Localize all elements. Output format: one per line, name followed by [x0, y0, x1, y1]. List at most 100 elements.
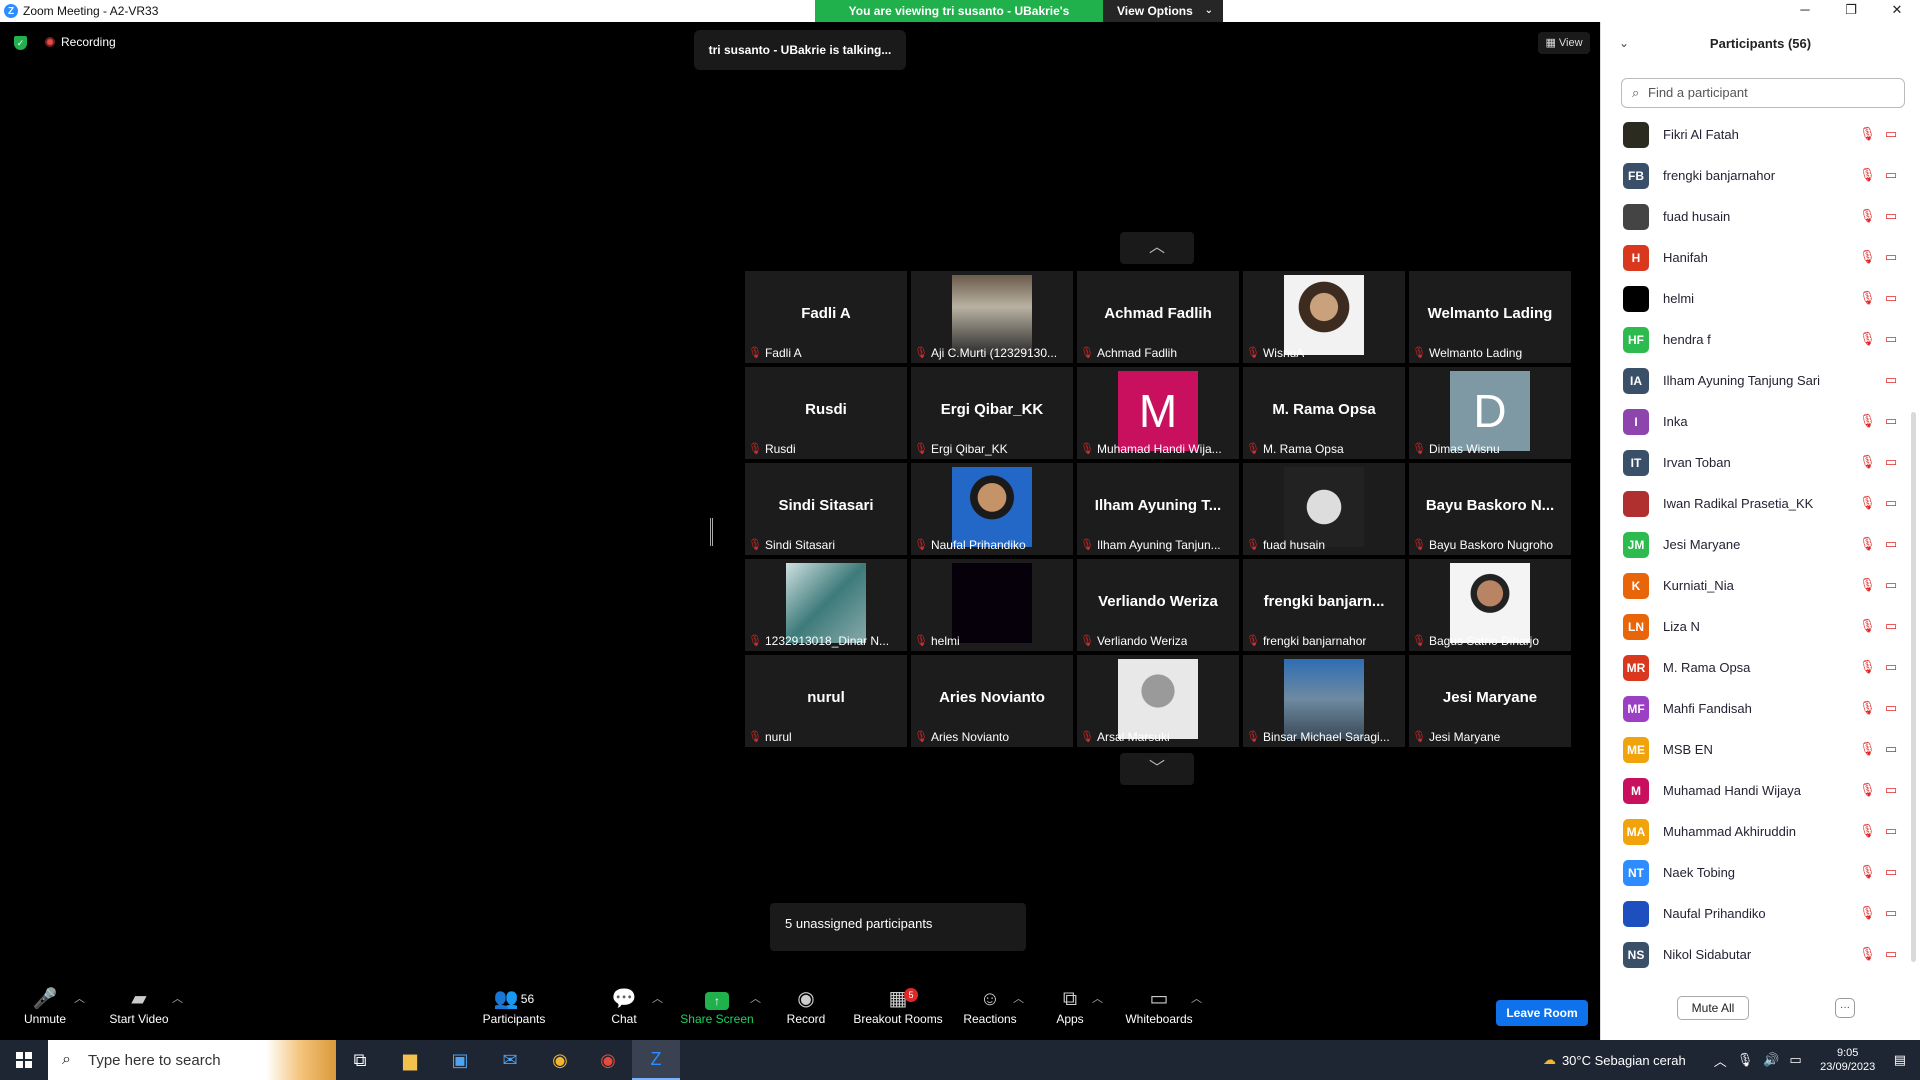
video-tile[interactable]: 🎙 Naufal Prihandiko	[911, 463, 1073, 555]
participant-row[interactable]: HF hendra f 🎙 ▭	[1601, 319, 1907, 360]
microphone-icon[interactable]: 🎙	[1737, 1052, 1754, 1068]
video-tile[interactable]: 🎙 helmi	[911, 559, 1073, 651]
participant-row[interactable]: NT Naek Tobing 🎙 ▭	[1601, 852, 1907, 893]
taskbar-search-box[interactable]: ⌕ Type here to search	[48, 1040, 336, 1080]
page-up-button[interactable]: ︿	[1120, 232, 1194, 264]
participant-row[interactable]: MF Mahfi Fandisah 🎙 ▭	[1601, 688, 1907, 729]
participant-avatar: IA	[1623, 367, 1649, 394]
participant-row[interactable]: fuad husain 🎙 ▭	[1601, 196, 1907, 237]
participant-row[interactable]: M Muhamad Handi Wijaya 🎙 ▭	[1601, 770, 1907, 811]
clock[interactable]: 9:05 23/09/2023	[1808, 1046, 1888, 1074]
weather-text[interactable]: 30°C Sebagian cerah	[1562, 1053, 1686, 1068]
participant-row[interactable]: IA Ilham Ayuning Tanjung Sari ▭	[1601, 360, 1907, 401]
recording-indicator[interactable]: Recording	[45, 35, 116, 49]
participants-button[interactable]: 👥 56 Participants	[478, 986, 550, 1026]
audio-options-caret-icon[interactable]: ︿	[74, 990, 85, 1006]
video-tile[interactable]: 🎙 Binsar Michael Saragi...	[1243, 655, 1405, 747]
video-tile[interactable]: 🎙 Aji C.Murti (12329130...	[911, 271, 1073, 363]
mic-muted-icon: 🎙	[914, 347, 928, 359]
unassigned-participants-tooltip[interactable]: 5 unassigned participants	[770, 903, 1026, 951]
participant-row[interactable]: FB frengki banjarnahor 🎙 ▭	[1601, 155, 1907, 196]
participant-row[interactable]: H Hanifah 🎙 ▭	[1601, 237, 1907, 278]
participant-row[interactable]: NS Nikol Sidabutar 🎙 ▭	[1601, 934, 1907, 975]
whiteboards-button[interactable]: ▭ Whiteboards	[1124, 986, 1194, 1026]
video-tile[interactable]: 🎙 Arsal Marsuki	[1077, 655, 1239, 747]
chat-options-caret-icon[interactable]: ︿	[652, 990, 663, 1006]
page-down-button[interactable]: ﹀	[1120, 753, 1194, 785]
video-tile[interactable]: Aries Novianto 🎙 Aries Novianto	[911, 655, 1073, 747]
find-participant-input[interactable]: ⌕ Find a participant	[1621, 78, 1905, 108]
video-tile[interactable]: Welmanto Lading 🎙 Welmanto Lading	[1409, 271, 1571, 363]
video-tile[interactable]: nurul 🎙 nurul	[745, 655, 907, 747]
zoom-taskbar-icon[interactable]: Z	[632, 1040, 680, 1080]
video-tile[interactable]: M 🎙 Muhamad Handi Wija...	[1077, 367, 1239, 459]
task-view-icon[interactable]: ⧉	[336, 1040, 384, 1080]
video-tile[interactable]: Fadli A 🎙 Fadli A	[745, 271, 907, 363]
shield-icon[interactable]: ✓	[14, 36, 27, 50]
mute-all-button[interactable]: Mute All	[1677, 996, 1749, 1020]
participant-row[interactable]: MA Muhammad Akhiruddin 🎙 ▭	[1601, 811, 1907, 852]
tray-chevron-icon[interactable]: ︿	[1714, 1051, 1727, 1070]
mic-muted-icon: 🎙	[1246, 443, 1260, 455]
mail-icon[interactable]: ✉	[486, 1040, 534, 1080]
tile-participant-name: Aji C.Murti (12329130...	[930, 345, 1058, 360]
tile-participant-name: Bayu Baskoro Nugroho	[1428, 537, 1554, 552]
reactions-button[interactable]: ☺ Reactions	[962, 986, 1018, 1026]
breakout-rooms-button[interactable]: ▦ 5 Breakout Rooms	[852, 986, 944, 1026]
apps-caret-icon[interactable]: ︿	[1092, 990, 1103, 1006]
video-tile[interactable]: Ergi Qibar_KK 🎙 Ergi Qibar_KK	[911, 367, 1073, 459]
video-tile[interactable]: Achmad Fadlih 🎙 Achmad Fadlih	[1077, 271, 1239, 363]
participant-row[interactable]: JM Jesi Maryane 🎙 ▭	[1601, 524, 1907, 565]
share-screen-button[interactable]: ↑ Share Screen	[680, 986, 754, 1026]
video-tile[interactable]: D 🎙 Dimas Wisnu	[1409, 367, 1571, 459]
restore-button[interactable]: ❐	[1828, 0, 1874, 22]
video-tile[interactable]: Rusdi 🎙 Rusdi	[745, 367, 907, 459]
start-video-button[interactable]: ▰ Start Video	[104, 986, 174, 1026]
participant-list-scrollbar[interactable]	[1911, 412, 1916, 962]
video-tile[interactable]: 🎙 fuad husain	[1243, 463, 1405, 555]
participant-row[interactable]: Fikri Al Fatah 🎙 ▭	[1601, 114, 1907, 155]
video-tile[interactable]: Sindi Sitasari 🎙 Sindi Sitasari	[745, 463, 907, 555]
volume-icon[interactable]: 🔊	[1763, 1052, 1779, 1068]
video-tile[interactable]: Ilham Ayuning T... 🎙 Ilham Ayuning Tanjun.…	[1077, 463, 1239, 555]
video-tile[interactable]: Jesi Maryane 🎙 Jesi Maryane	[1409, 655, 1571, 747]
participant-row[interactable]: LN Liza N 🎙 ▭	[1601, 606, 1907, 647]
participant-row[interactable]: ME MSB EN 🎙 ▭	[1601, 729, 1907, 770]
video-tile[interactable]: 🎙 1232913018_Dinar N...	[745, 559, 907, 651]
view-options-button[interactable]: View Options ⌄	[1103, 0, 1223, 22]
participant-row[interactable]: Naufal Prihandiko 🎙 ▭	[1601, 893, 1907, 934]
participant-row[interactable]: IT Irvan Toban 🎙 ▭	[1601, 442, 1907, 483]
unmute-button[interactable]: 🎤 Unmute	[20, 986, 70, 1026]
participant-row[interactable]: Iwan Radikal Prasetia_KK 🎙 ▭	[1601, 483, 1907, 524]
video-tile[interactable]: 🎙 WisnuA	[1243, 271, 1405, 363]
chrome-icon[interactable]: ◉	[536, 1040, 584, 1080]
video-tile[interactable]: Bayu Baskoro N... 🎙 Bayu Baskoro Nugroho	[1409, 463, 1571, 555]
participant-row[interactable]: helmi 🎙 ▭	[1601, 278, 1907, 319]
leave-room-button[interactable]: Leave Room	[1496, 1000, 1588, 1026]
participant-row[interactable]: MR M. Rama Opsa 🎙 ▭	[1601, 647, 1907, 688]
whiteboards-caret-icon[interactable]: ︿	[1191, 990, 1202, 1006]
reactions-caret-icon[interactable]: ︿	[1013, 990, 1024, 1006]
minimize-button[interactable]: ─	[1782, 0, 1828, 22]
video-options-caret-icon[interactable]: ︿	[172, 990, 183, 1006]
split-handle[interactable]	[710, 518, 713, 546]
video-tile[interactable]: M. Rama Opsa 🎙 M. Rama Opsa	[1243, 367, 1405, 459]
apps-button[interactable]: ⧉ Apps	[1052, 986, 1088, 1026]
start-button[interactable]	[0, 1040, 48, 1080]
video-tile[interactable]: Verliando Weriza 🎙 Verliando Weriza	[1077, 559, 1239, 651]
chat-button[interactable]: 💬 Chat	[604, 986, 644, 1026]
participant-row[interactable]: I Inka 🎙 ▭	[1601, 401, 1907, 442]
video-tile[interactable]: 🎙 Bagus Satrio Diharjo	[1409, 559, 1571, 651]
more-options-button[interactable]: ···	[1835, 998, 1855, 1018]
participant-row[interactable]: K Kurniati_Nia 🎙 ▭	[1601, 565, 1907, 606]
view-button[interactable]: ▦ View	[1538, 32, 1590, 54]
file-explorer-icon[interactable]: ▆	[386, 1040, 434, 1080]
close-button[interactable]: ✕	[1874, 0, 1920, 22]
store-icon[interactable]: ▣	[436, 1040, 484, 1080]
video-tile[interactable]: frengki banjarn... 🎙 frengki banjarnahor	[1243, 559, 1405, 651]
notifications-icon[interactable]: ▤	[1894, 1052, 1906, 1068]
share-options-caret-icon[interactable]: ︿	[750, 990, 761, 1006]
chrome-profile-icon[interactable]: ◉	[584, 1040, 632, 1080]
network-icon[interactable]: ▭	[1789, 1052, 1801, 1068]
record-button[interactable]: ◉ Record	[784, 986, 828, 1026]
